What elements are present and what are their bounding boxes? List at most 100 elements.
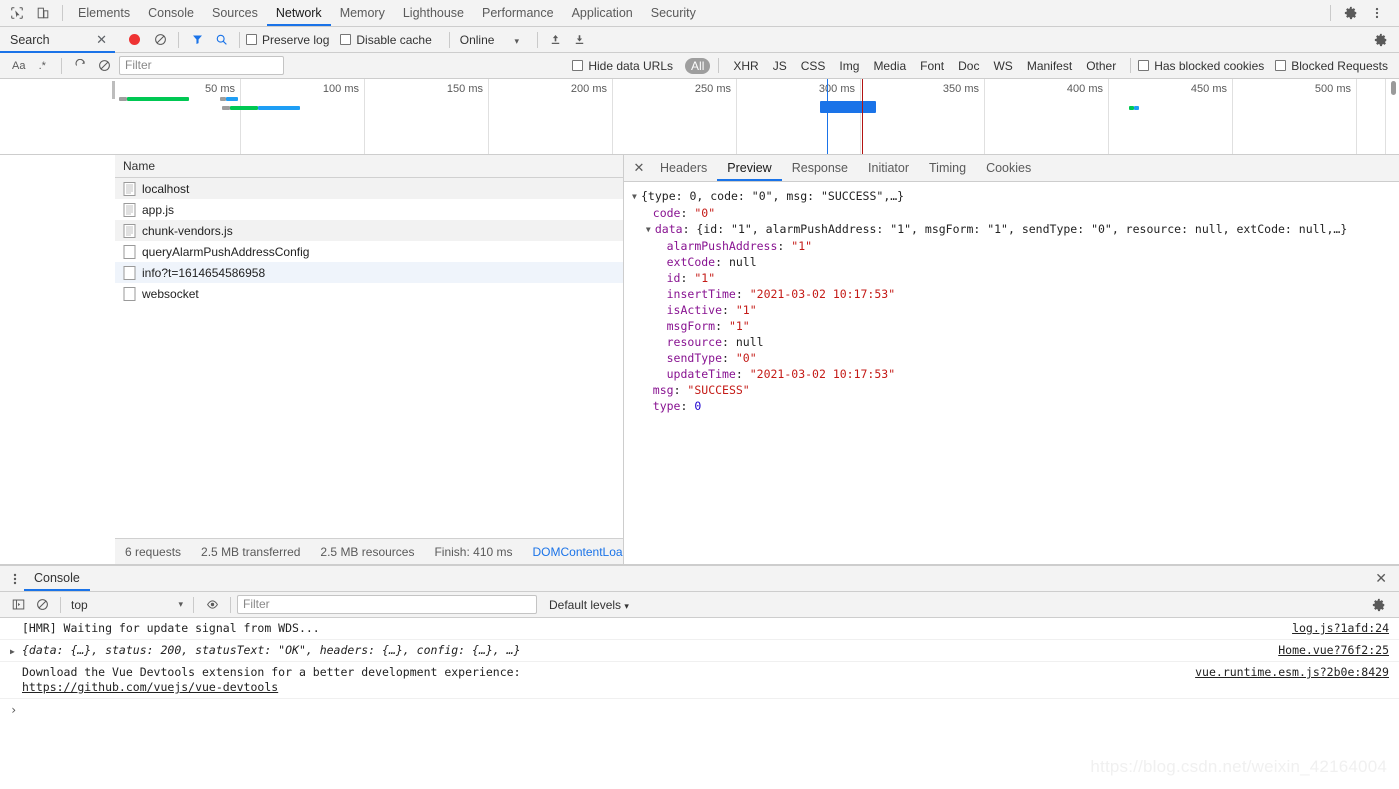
- overview-canvas[interactable]: 50 ms 100 ms 150 ms 200 ms 250 ms 300 ms…: [115, 79, 1399, 154]
- refresh-icon[interactable]: [70, 55, 92, 77]
- throttling-select[interactable]: Online ▾: [456, 33, 523, 47]
- request-row-chunk-vendors-js[interactable]: chunk-vendors.js: [115, 220, 623, 241]
- console-message-hmr[interactable]: [HMR] Waiting for update signal from WDS…: [0, 618, 1399, 640]
- tab-performance[interactable]: Performance: [473, 0, 563, 26]
- network-overview[interactable]: 50 ms 100 ms 150 ms 200 ms 250 ms 300 ms…: [0, 79, 1399, 155]
- hide-data-urls-checkbox[interactable]: Hide data URLs: [572, 59, 673, 73]
- overview-gridline: [488, 79, 489, 154]
- preserve-log-checkbox[interactable]: Preserve log: [246, 33, 329, 47]
- request-row-websocket[interactable]: websocket: [115, 283, 623, 304]
- inspect-cursor-icon[interactable]: [4, 1, 30, 25]
- export-har-icon[interactable]: [568, 29, 592, 51]
- match-case-icon[interactable]: Aa: [8, 55, 30, 77]
- console-message-source[interactable]: log.js?1afd:24: [1292, 621, 1389, 636]
- tab-memory[interactable]: Memory: [331, 0, 394, 26]
- column-header-name[interactable]: Name: [123, 159, 155, 173]
- request-row-info[interactable]: info?t=1614654586958: [115, 262, 623, 283]
- request-row-app-js[interactable]: app.js: [115, 199, 623, 220]
- search-drawer-tab[interactable]: Search ✕: [0, 26, 115, 53]
- type-filter-font[interactable]: Font: [914, 58, 950, 74]
- tab-application[interactable]: Application: [563, 0, 642, 26]
- dom-content-loaded-marker: [827, 79, 828, 154]
- import-har-icon[interactable]: [544, 29, 568, 51]
- tab-lighthouse[interactable]: Lighthouse: [394, 0, 473, 26]
- console-message-response-object[interactable]: ▶ {data: {…}, status: 200, statusText: "…: [0, 640, 1399, 662]
- tab-headers[interactable]: Headers: [650, 155, 717, 181]
- type-filter-js[interactable]: JS: [767, 58, 793, 74]
- preview-json-tree[interactable]: ▼ {type: 0, code: "0", msg: "SUCCESS",…} …: [624, 182, 1399, 564]
- console-levels-select[interactable]: Default levels ▾: [549, 598, 629, 612]
- tab-sources[interactable]: Sources: [203, 0, 267, 26]
- json-root-line[interactable]: ▼ {type: 0, code: "0", msg: "SUCCESS",…}: [632, 188, 1399, 205]
- type-filter-css[interactable]: CSS: [795, 58, 832, 74]
- tab-elements[interactable]: Elements: [69, 0, 139, 26]
- tab-network[interactable]: Network: [267, 0, 331, 26]
- tab-console[interactable]: Console: [139, 0, 203, 26]
- close-icon[interactable]: ✕: [628, 157, 650, 179]
- console-context-select[interactable]: top ▾: [67, 598, 187, 612]
- chevron-down-icon: ▾: [514, 35, 519, 46]
- chevron-down-icon[interactable]: ▼: [646, 222, 655, 238]
- clear-icon[interactable]: [93, 55, 115, 77]
- tab-security[interactable]: Security: [642, 0, 705, 26]
- gear-icon[interactable]: [1367, 594, 1391, 616]
- type-filter-manifest[interactable]: Manifest: [1021, 58, 1078, 74]
- close-icon[interactable]: ✕: [96, 32, 107, 48]
- json-prop-data[interactable]: ▼ data: {id: "1", alarmPushAddress: "1", …: [632, 221, 1399, 238]
- type-filter-all[interactable]: All: [685, 57, 711, 74]
- divider: [239, 31, 240, 48]
- gear-icon[interactable]: [1339, 2, 1363, 24]
- overview-tick-150ms: 150 ms: [446, 83, 483, 95]
- disable-cache-checkbox[interactable]: Disable cache: [340, 33, 432, 47]
- blocked-requests-checkbox[interactable]: Blocked Requests: [1275, 59, 1388, 73]
- tab-initiator[interactable]: Initiator: [858, 155, 919, 181]
- type-filter-media[interactable]: Media: [867, 58, 912, 74]
- device-toolbar-icon[interactable]: [30, 1, 56, 25]
- show-console-sidebar-icon[interactable]: [6, 594, 30, 616]
- search-icon[interactable]: [209, 29, 233, 51]
- overview-request-bar: [258, 106, 300, 110]
- kebab-menu-icon[interactable]: [1365, 2, 1389, 24]
- network-filter-input[interactable]: Filter: [119, 56, 284, 75]
- console-prompt[interactable]: ›: [0, 699, 1399, 720]
- funnel-filter-icon[interactable]: [185, 29, 209, 51]
- console-message-source[interactable]: vue.runtime.esm.js?2b0e:8429: [1195, 665, 1389, 680]
- has-blocked-cookies-checkbox[interactable]: Has blocked cookies: [1138, 59, 1264, 73]
- type-filter-other[interactable]: Other: [1080, 58, 1122, 74]
- chevron-down-icon[interactable]: ▼: [632, 189, 641, 205]
- type-filter-img[interactable]: Img: [833, 58, 865, 74]
- request-row-localhost[interactable]: localhost: [115, 178, 623, 199]
- drawer-tab-console[interactable]: Console: [24, 566, 90, 591]
- live-expression-icon[interactable]: [200, 594, 224, 616]
- console-message-list[interactable]: [HMR] Waiting for update signal from WDS…: [0, 618, 1399, 750]
- clear-icon[interactable]: [148, 29, 172, 51]
- type-filter-doc[interactable]: Doc: [952, 58, 985, 74]
- chevron-right-icon[interactable]: ▶: [10, 644, 15, 659]
- request-row-queryalarmpushaddressconfig[interactable]: queryAlarmPushAddressConfig: [115, 241, 623, 262]
- overview-selection-highlight[interactable]: [820, 101, 876, 113]
- request-list[interactable]: localhost app.js chunk-vendors.js queryA…: [115, 178, 623, 538]
- close-icon[interactable]: ✕: [1375, 570, 1399, 587]
- gear-icon[interactable]: [1369, 29, 1393, 51]
- request-name: websocket: [142, 286, 199, 301]
- checkbox-box: [1275, 59, 1287, 71]
- clear-console-icon[interactable]: [30, 594, 54, 616]
- tab-preview[interactable]: Preview: [717, 155, 781, 181]
- console-message-source[interactable]: Home.vue?76f2:25: [1278, 643, 1389, 658]
- tab-timing[interactable]: Timing: [919, 155, 976, 181]
- json-key: type: [652, 399, 681, 413]
- console-filter-input[interactable]: Filter: [237, 595, 537, 614]
- tab-response[interactable]: Response: [782, 155, 858, 181]
- type-filter-ws[interactable]: WS: [987, 58, 1018, 74]
- record-button-icon[interactable]: [129, 34, 140, 45]
- json-value: "1": [791, 239, 813, 253]
- kebab-menu-icon[interactable]: [6, 568, 24, 590]
- tab-cookies[interactable]: Cookies: [976, 155, 1041, 181]
- document-icon: [123, 202, 136, 217]
- type-filter-xhr[interactable]: XHR: [727, 58, 764, 74]
- regex-icon[interactable]: .*: [32, 55, 54, 77]
- console-message-link[interactable]: https://github.com/vuejs/vue-devtools: [22, 680, 278, 694]
- overview-scrollbar[interactable]: [1391, 81, 1396, 95]
- console-message-vue-devtools[interactable]: Download the Vue Devtools extension for …: [0, 662, 1399, 699]
- json-key: extCode: [666, 255, 716, 269]
